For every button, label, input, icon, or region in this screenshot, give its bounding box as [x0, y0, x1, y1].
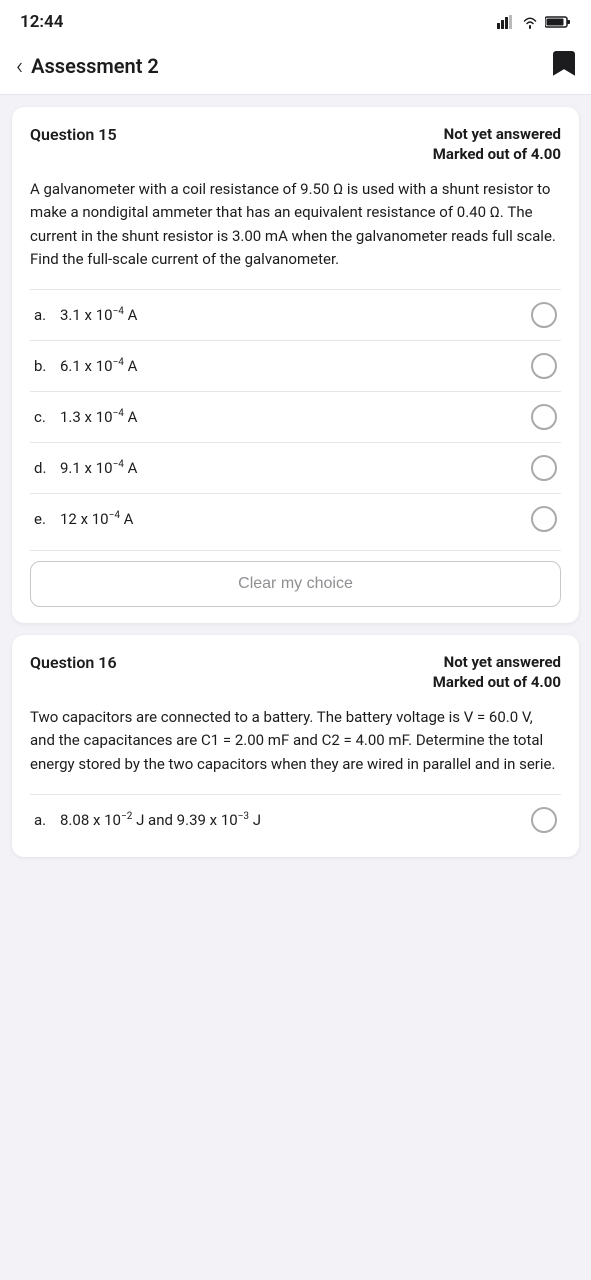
- header: ‹ Assessment 2: [0, 40, 591, 95]
- option-e-letter: e.: [34, 510, 52, 528]
- question-16-status-line1: Not yet answered: [433, 653, 561, 673]
- battery-icon: [545, 15, 571, 29]
- back-button[interactable]: ‹: [16, 52, 23, 80]
- option-e-left: e. 12 x 10−4 A: [34, 510, 133, 528]
- question-15-label: Question 15: [30, 125, 117, 144]
- question-16-text: Two capacitors are connected to a batter…: [30, 706, 561, 776]
- option-d-letter: d.: [34, 459, 52, 477]
- option-e[interactable]: e. 12 x 10−4 A: [30, 493, 561, 544]
- option-b-radio[interactable]: [531, 353, 557, 379]
- question-15-text: A galvanometer with a coil resistance of…: [30, 178, 561, 271]
- question-16-label: Question 16: [30, 653, 117, 672]
- question-15-status-line1: Not yet answered: [433, 125, 561, 145]
- option-c-left: c. 1.3 x 10−4 A: [34, 408, 137, 426]
- clear-my-choice-button[interactable]: Clear my choice: [30, 561, 561, 607]
- question-16-status: Not yet answered Marked out of 4.00: [433, 653, 561, 692]
- bookmark-icon[interactable]: [553, 50, 575, 82]
- option-a[interactable]: a. 3.1 x 10−4 A: [30, 289, 561, 340]
- option-b-left: b. 6.1 x 10−4 A: [34, 357, 137, 375]
- option-a-text: 3.1 x 10−4 A: [60, 306, 137, 324]
- main-content: Question 15 Not yet answered Marked out …: [0, 95, 591, 869]
- option-c-radio[interactable]: [531, 404, 557, 430]
- status-time: 12:44: [20, 12, 63, 32]
- option-b-text: 6.1 x 10−4 A: [60, 357, 137, 375]
- question-16-card: Question 16 Not yet answered Marked out …: [12, 635, 579, 857]
- option-d[interactable]: d. 9.1 x 10−4 A: [30, 442, 561, 493]
- option-a-letter: a.: [34, 306, 52, 324]
- question-16-header: Question 16 Not yet answered Marked out …: [30, 653, 561, 692]
- option-d-radio[interactable]: [531, 455, 557, 481]
- option-d-left: d. 9.1 x 10−4 A: [34, 459, 137, 477]
- q16-option-a-left: a. 8.08 x 10−2 J and 9.39 x 10−3 J: [34, 811, 261, 829]
- option-a-radio[interactable]: [531, 302, 557, 328]
- option-c-letter: c.: [34, 408, 52, 426]
- q16-option-a-text: 8.08 x 10−2 J and 9.39 x 10−3 J: [60, 811, 261, 829]
- q16-option-a[interactable]: a. 8.08 x 10−2 J and 9.39 x 10−3 J: [30, 794, 561, 845]
- header-title: Assessment 2: [31, 54, 159, 78]
- option-b-letter: b.: [34, 357, 52, 375]
- question-16-status-line2: Marked out of 4.00: [433, 673, 561, 693]
- signal-icon: [497, 15, 515, 29]
- status-icons: [497, 15, 571, 29]
- option-e-radio[interactable]: [531, 506, 557, 532]
- question-15-card: Question 15 Not yet answered Marked out …: [12, 107, 579, 623]
- status-bar: 12:44: [0, 0, 591, 40]
- question-15-header: Question 15 Not yet answered Marked out …: [30, 125, 561, 164]
- question-15-status: Not yet answered Marked out of 4.00: [433, 125, 561, 164]
- option-d-text: 9.1 x 10−4 A: [60, 459, 137, 477]
- clear-btn-wrapper: Clear my choice: [30, 550, 561, 611]
- option-a-left: a. 3.1 x 10−4 A: [34, 306, 137, 324]
- header-left: ‹ Assessment 2: [16, 52, 159, 80]
- option-b[interactable]: b. 6.1 x 10−4 A: [30, 340, 561, 391]
- q16-option-a-letter: a.: [34, 811, 52, 829]
- option-e-text: 12 x 10−4 A: [60, 510, 133, 528]
- option-c-text: 1.3 x 10−4 A: [60, 408, 137, 426]
- q16-option-a-radio[interactable]: [531, 807, 557, 833]
- option-c[interactable]: c. 1.3 x 10−4 A: [30, 391, 561, 442]
- wifi-icon: [521, 15, 539, 29]
- question-15-status-line2: Marked out of 4.00: [433, 145, 561, 165]
